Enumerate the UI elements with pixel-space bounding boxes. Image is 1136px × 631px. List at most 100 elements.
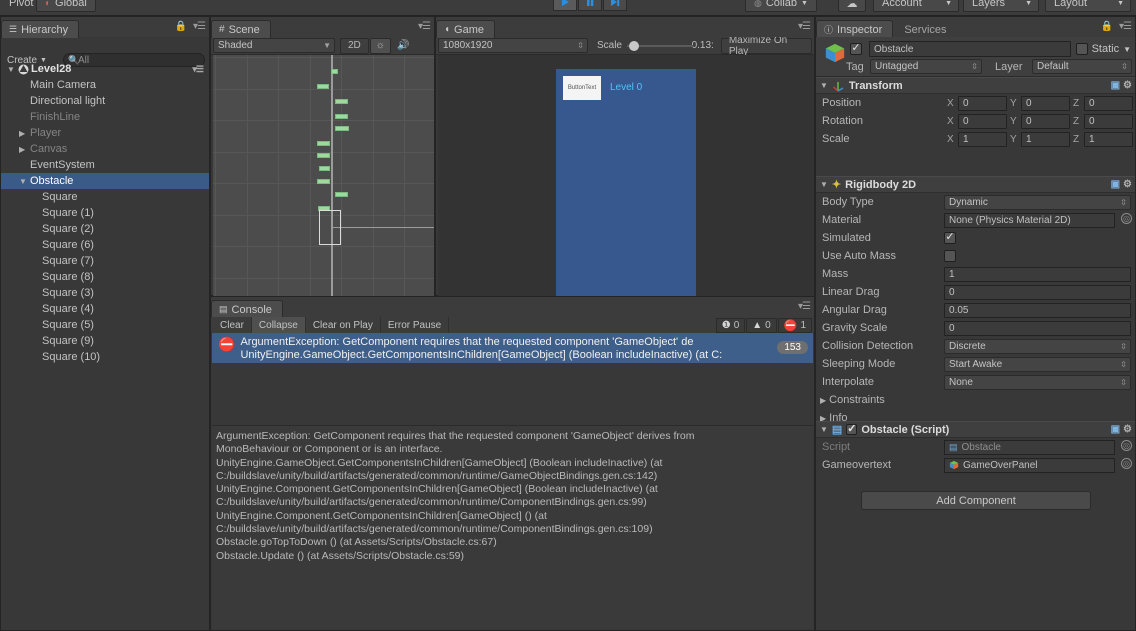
chevron-down-icon[interactable]: ▼ — [820, 81, 828, 90]
constraints-row[interactable]: ▶ Constraints — [816, 391, 1135, 409]
collapse-button[interactable]: Collapse — [251, 317, 306, 333]
gear-icon[interactable]: ⚙ — [1123, 179, 1132, 190]
hierarchy-item-eventsystem[interactable]: EventSystem — [1, 157, 209, 173]
error-counter[interactable]: ⛔ 1 — [777, 318, 812, 333]
inspector-menu-icon[interactable]: ▾☰ — [1119, 21, 1132, 32]
sleeping-mode-dropdown[interactable]: Start Awake ⇳ — [944, 356, 1131, 372]
error-pause-button[interactable]: Error Pause — [381, 317, 450, 333]
add-component-button[interactable]: Add Component — [861, 491, 1091, 510]
rotation-y-input[interactable]: 0 — [1021, 113, 1070, 129]
toggle-lighting-button[interactable]: ☼ — [369, 37, 391, 54]
tab-services[interactable]: Services — [896, 20, 958, 39]
tag-dropdown[interactable]: Untagged ⇳ — [870, 59, 982, 74]
scale-z-input[interactable]: 1 — [1084, 131, 1133, 147]
hierarchy-item-square-4[interactable]: Square (4) — [1, 301, 209, 317]
hierarchy-item-square-6[interactable]: Square (6) — [1, 237, 209, 253]
mass-input[interactable]: 1 — [944, 266, 1131, 282]
tab-console[interactable]: ▤ Console — [211, 300, 283, 318]
chevron-down-icon[interactable]: ▼ — [7, 65, 18, 74]
clear-button[interactable]: Clear — [213, 317, 252, 333]
hierarchy-item-square-2[interactable]: Square (2) — [1, 221, 209, 237]
scale-x-input[interactable]: 1 — [958, 131, 1007, 147]
static-checkbox-group[interactable]: Static ▼ — [1075, 43, 1131, 55]
hierarchy-menu-icon[interactable]: ▾☰ — [193, 21, 206, 32]
linear-drag-input[interactable]: 0 — [944, 284, 1131, 300]
hierarchy-item-canvas[interactable]: ▶ Canvas — [1, 141, 209, 157]
script-object-field[interactable]: ▤ Obstacle — [944, 439, 1115, 455]
scene-obstacle-marker[interactable] — [335, 126, 349, 131]
game-menu-icon[interactable]: ▾☰ — [798, 21, 811, 32]
maximize-on-play-button[interactable]: Maximize On Play — [720, 35, 812, 57]
help-icon[interactable]: ▣ — [1111, 80, 1120, 91]
scale-y-input[interactable]: 1 — [1021, 131, 1070, 147]
hierarchy-item-square-9[interactable]: Square (9) — [1, 333, 209, 349]
position-z-input[interactable]: 0 — [1084, 95, 1133, 111]
rotation-z-input[interactable]: 0 — [1084, 113, 1133, 129]
tab-hierarchy[interactable]: ☰ Hierarchy — [1, 20, 80, 38]
position-y-input[interactable]: 0 — [1021, 95, 1070, 111]
interpolate-dropdown[interactable]: None ⇳ — [944, 374, 1131, 390]
tab-inspector[interactable]: ⓘ Inspector — [816, 20, 894, 38]
toggle-audio-button[interactable]: 🔊 — [392, 38, 414, 54]
object-enabled-checkbox[interactable] — [850, 42, 862, 55]
cloud-button[interactable]: ☁ — [838, 0, 866, 12]
scene-menu-icon[interactable]: ▾☰ — [418, 21, 431, 32]
resolution-dropdown[interactable]: 1080x1920 ⇳ — [438, 38, 588, 53]
game-button[interactable]: ButtonText — [563, 76, 601, 100]
game-viewport[interactable]: ButtonText Level 0 — [438, 55, 814, 312]
chevron-down-icon[interactable]: ▼ — [820, 425, 828, 434]
body-type-dropdown[interactable]: Dynamic ⇳ — [944, 194, 1131, 210]
gear-icon[interactable]: ⚙ — [1123, 424, 1132, 435]
gravity-scale-input[interactable]: 0 — [944, 320, 1131, 336]
help-icon[interactable]: ▣ — [1111, 424, 1120, 435]
lock-icon[interactable]: 🔒 — [175, 21, 187, 32]
account-button[interactable]: Account ▼ — [873, 0, 959, 12]
scene-obstacle-marker[interactable] — [317, 141, 330, 146]
script-enabled-checkbox[interactable] — [846, 424, 858, 435]
material-object-field[interactable]: None (Physics Material 2D) — [944, 212, 1115, 228]
layers-button[interactable]: Layers ▼ — [963, 0, 1039, 12]
layout-button[interactable]: Layout ▼ — [1045, 0, 1131, 12]
object-picker-icon[interactable]: ◎ — [1121, 458, 1132, 469]
shading-mode-dropdown[interactable]: Shaded ▼ — [213, 38, 335, 53]
object-picker-icon[interactable]: ◎ — [1121, 213, 1132, 224]
scene-obstacle-marker[interactable] — [319, 166, 330, 171]
scene-obstacle-marker[interactable] — [317, 153, 330, 158]
hierarchy-item-main-camera[interactable]: Main Camera — [1, 77, 209, 93]
hierarchy-item-finishline[interactable]: FinishLine — [1, 109, 209, 125]
scale-slider[interactable] — [626, 40, 693, 52]
clear-on-play-button[interactable]: Clear on Play — [306, 317, 381, 333]
tab-game[interactable]: ◖ Game — [436, 20, 496, 38]
chevron-right-icon[interactable]: ▶ — [19, 129, 30, 138]
console-entry-row[interactable]: ⛔ ArgumentException: GetComponent requir… — [212, 333, 813, 363]
hierarchy-item-square-3[interactable]: Square (3) — [1, 285, 209, 301]
hierarchy-item-directional-light[interactable]: Directional light — [1, 93, 209, 109]
collision-detection-dropdown[interactable]: Discrete ⇳ — [944, 338, 1131, 354]
hierarchy-item-square[interactable]: Square — [1, 189, 209, 205]
rigidbody2d-header[interactable]: ▼ ✦ Rigidbody 2D ▣ ⚙ — [816, 176, 1135, 193]
pause-button[interactable] — [578, 0, 602, 11]
layer-dropdown[interactable]: Default ⇳ — [1032, 59, 1132, 74]
hierarchy-item-square-10[interactable]: Square (10) — [1, 349, 209, 365]
angular-drag-input[interactable]: 0.05 — [944, 302, 1131, 318]
scene-obstacle-marker[interactable] — [317, 179, 330, 184]
scene-context-menu-icon[interactable]: ▾☰ — [192, 64, 204, 75]
simulated-checkbox[interactable] — [944, 232, 956, 244]
transform-header[interactable]: ▼ Transform ▣ ⚙ — [816, 77, 1135, 94]
scene-obstacle-marker[interactable] — [317, 84, 329, 89]
chevron-right-icon[interactable]: ▶ — [820, 396, 826, 405]
step-button[interactable] — [603, 0, 627, 11]
collab-button[interactable]: ◍ Collab ▼ — [745, 0, 817, 12]
gameovertext-object-field[interactable]: GameOverPanel — [944, 457, 1115, 473]
chevron-down-icon[interactable]: ▼ — [19, 177, 30, 186]
lock-icon[interactable]: 🔒 — [1101, 21, 1113, 32]
toggle-2d-button[interactable]: 2D — [340, 37, 369, 54]
warning-counter[interactable]: ▲ 0 — [746, 318, 777, 333]
hierarchy-item-square-5[interactable]: Square (5) — [1, 317, 209, 333]
hierarchy-item-obstacle[interactable]: ▼ Obstacle — [1, 173, 209, 189]
hierarchy-item-square-1[interactable]: Square (1) — [1, 205, 209, 221]
gear-icon[interactable]: ⚙ — [1123, 80, 1132, 91]
hierarchy-item-level28[interactable]: ▼ Level28 ▾☰ — [1, 61, 209, 77]
log-counter[interactable]: ❶ 0 — [715, 318, 746, 333]
position-x-input[interactable]: 0 — [958, 95, 1007, 111]
